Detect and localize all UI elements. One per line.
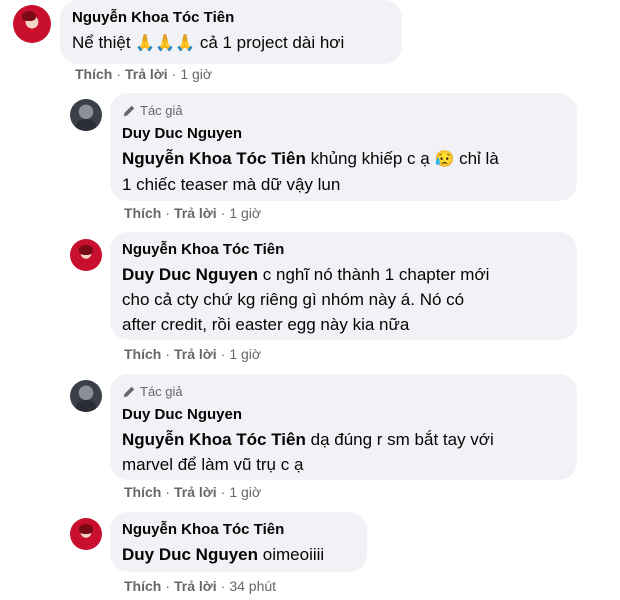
like-button[interactable]: Thích [124,484,161,500]
author-badge: Tác giả [122,384,565,399]
like-button[interactable]: Thích [124,205,161,221]
mention-link[interactable]: Duy Duc Nguyen [122,545,258,564]
comment-actions: Thích · Trả lời · 1 giờ [124,205,262,221]
avatar[interactable] [70,239,102,271]
comment-author[interactable]: Nguyễn Khoa Tóc Tiên [72,8,390,28]
comment-author[interactable]: Nguyễn Khoa Tóc Tiên [122,520,355,540]
comment-bubble: Tác giả Duy Duc Nguyen Nguyễn Khoa Tóc T… [110,374,577,480]
comment-bubble: Nguyễn Khoa Tóc Tiên Duy Duc Nguyen oime… [110,512,367,572]
reply-button[interactable]: Trả lời [174,578,217,594]
comment-actions: Thích · Trả lời · 1 giờ [124,484,262,500]
comment-author[interactable]: Duy Duc Nguyen [122,405,565,425]
comment-actions: Thích · Trả lời · 1 giờ [75,66,213,82]
reply-button[interactable]: Trả lời [174,346,217,362]
comment-time[interactable]: 1 giờ [229,205,261,221]
comment-actions: Thích · Trả lời · 34 phút [124,578,277,594]
mention-link[interactable]: Nguyễn Khoa Tóc Tiên [122,430,306,449]
like-button[interactable]: Thích [124,578,161,594]
comment-text: Nguyễn Khoa Tóc Tiên dạ đúng r sm bắt ta… [122,430,494,474]
pencil-icon [123,105,135,116]
avatar[interactable] [70,380,102,412]
comment-bubble: Tác giả Duy Duc Nguyen Nguyễn Khoa Tóc T… [110,93,577,201]
comment-time[interactable]: 1 giờ [229,484,261,500]
comment-author[interactable]: Duy Duc Nguyen [122,124,565,144]
reply-button[interactable]: Trả lời [174,205,217,221]
avatar[interactable] [70,518,102,550]
comment-author[interactable]: Nguyễn Khoa Tóc Tiên [122,240,565,260]
comment-bubble: Nguyễn Khoa Tóc Tiên Nể thiệt 🙏🙏🙏 cả 1 p… [60,0,402,64]
mention-link[interactable]: Nguyễn Khoa Tóc Tiên [122,149,306,168]
like-button[interactable]: Thích [124,346,161,362]
sad-face-emoji-icon: 😥 [434,151,455,168]
avatar[interactable] [70,99,102,131]
author-badge: Tác giả [122,103,565,118]
comment-text: Nể thiệt 🙏🙏🙏 cả 1 project dài hơi [72,33,345,52]
comment-text: Nguyễn Khoa Tóc Tiên khủng khiếp c ạ 😥 c… [122,149,499,194]
pencil-icon [123,386,135,397]
comment-text: Duy Duc Nguyen c nghĩ nó thành 1 chapter… [122,265,490,334]
comment-actions: Thích · Trả lời · 1 giờ [124,346,262,362]
reply-button[interactable]: Trả lời [174,484,217,500]
comment-time[interactable]: 1 giờ [180,66,212,82]
comment-text: Duy Duc Nguyen oimeoiiii [122,545,325,564]
reply-button[interactable]: Trả lời [125,66,168,82]
like-button[interactable]: Thích [75,66,112,82]
comment-time[interactable]: 34 phút [229,578,276,594]
mention-link[interactable]: Duy Duc Nguyen [122,265,258,284]
comment-time[interactable]: 1 giờ [229,346,261,362]
avatar[interactable] [13,5,51,43]
comment-bubble: Nguyễn Khoa Tóc Tiên Duy Duc Nguyen c ng… [110,232,577,340]
praying-hands-emoji-icon: 🙏🙏🙏 [135,35,196,52]
